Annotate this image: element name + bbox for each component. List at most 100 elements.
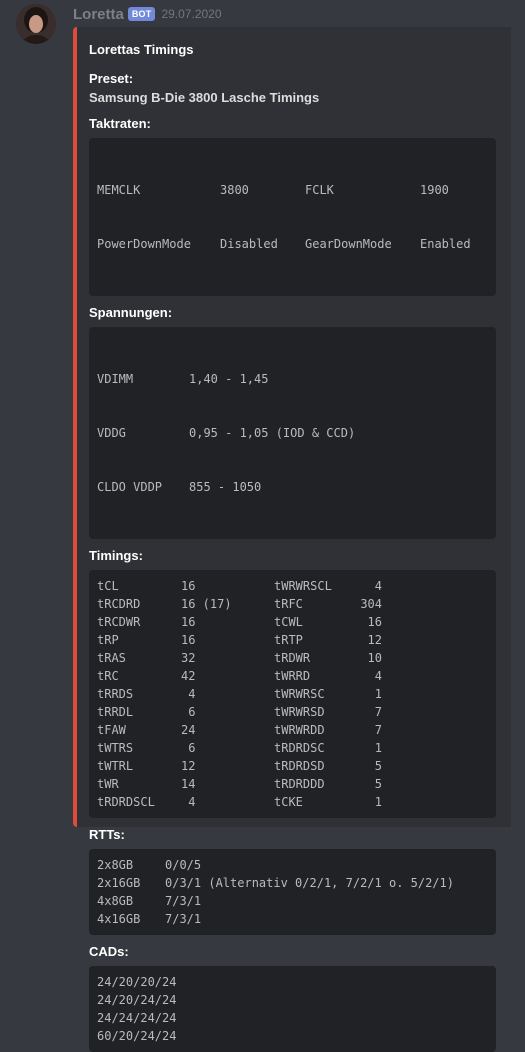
code-block: 24/20/20/24 24/20/24/24 24/24/24/24 60/20/2… bbox=[89, 966, 496, 1052]
param-value: 1900 bbox=[420, 183, 449, 197]
param-value: 16 bbox=[181, 615, 196, 629]
param-value: 0/0/5 bbox=[165, 858, 202, 872]
field-preset: Preset: Samsung B-Die 3800 Lasche Timing… bbox=[89, 71, 499, 107]
param-name: tWRWRSD bbox=[274, 705, 325, 719]
code-row: 60/20/24/24 bbox=[97, 1027, 488, 1045]
param-value: 5 bbox=[374, 777, 382, 791]
param-value: 42 bbox=[181, 669, 196, 683]
param-value: 3800 bbox=[220, 183, 249, 197]
param-name: tCKE bbox=[274, 795, 303, 809]
param-name: tWRWRSC bbox=[274, 687, 325, 701]
param-name: tRRDS bbox=[97, 687, 134, 701]
code-block: MEMCLK 3800 FCLK 1900 PowerDownMode Disa… bbox=[89, 138, 496, 296]
code-block: 2x8GB 0/0/5 2x16GB 0/3/1 (Alternativ 0/2/1,… bbox=[89, 849, 496, 935]
param-value: 0,95 - 1,05 (IOD & CCD) bbox=[189, 426, 356, 440]
param-value: 32 bbox=[181, 651, 196, 665]
param-value: 1 bbox=[374, 687, 382, 701]
param-value: 304 bbox=[360, 597, 382, 611]
param-value: 855 - 1050 bbox=[189, 480, 262, 494]
code-row: tWTRL 12 tRDRDSD 5 bbox=[97, 757, 488, 775]
code-row: CLDO VDDP 855 - 1050 bbox=[97, 478, 488, 496]
param-value: 6 bbox=[181, 741, 196, 755]
param-value: 7 bbox=[374, 705, 382, 719]
param-name: tWTRS bbox=[97, 741, 134, 755]
param-name: FCLK bbox=[305, 183, 334, 197]
code-row: tRCDRD 16 (17) tRFC 304 bbox=[97, 595, 488, 613]
code-row: 24/24/24/24 bbox=[97, 1009, 488, 1027]
param-name: tWRWRDD bbox=[274, 723, 325, 737]
param-value: 12 bbox=[367, 633, 382, 647]
author-name[interactable]: Loretta bbox=[73, 6, 124, 23]
param-name: CLDO VDDP bbox=[97, 480, 163, 494]
param-name: 4x16GB bbox=[97, 912, 141, 926]
param-value: 16 bbox=[181, 579, 196, 593]
field-name: RTTs: bbox=[89, 827, 125, 842]
param-name: tCL bbox=[97, 579, 119, 593]
avatar[interactable] bbox=[16, 4, 56, 44]
param-name: tRFC bbox=[274, 597, 303, 611]
cad-value: 60/20/24/24 bbox=[97, 1029, 177, 1043]
code-row: PowerDownMode Disabled GearDownMode Enab… bbox=[97, 235, 488, 253]
field-spannungen: Spannungen: VDIMM 1,40 - 1,45 VDDG 0,95 … bbox=[89, 305, 499, 539]
param-value: 10 bbox=[367, 651, 382, 665]
param-name: 2x16GB bbox=[97, 876, 141, 890]
code-row: 2x8GB 0/0/5 bbox=[97, 856, 488, 874]
param-value: 6 bbox=[181, 705, 196, 719]
field-rtts: RTTs: 2x8GB 0/0/5 2x16GB 0/3/1 (Alternativ … bbox=[89, 827, 499, 935]
code-row: VDIMM 1,40 - 1,45 bbox=[97, 370, 488, 388]
code-row: 4x16GB 7/3/1 bbox=[97, 910, 488, 928]
param-name: tRAS bbox=[97, 651, 126, 665]
param-value: 4 bbox=[181, 795, 196, 809]
code-block: tCL 16 tWRWRSCL 4 tRCDRD 16 (17) tRFC 304 tRCDWR… bbox=[89, 570, 496, 818]
code-row: 24/20/20/24 bbox=[97, 973, 488, 991]
param-name: tRRDL bbox=[97, 705, 134, 719]
param-value: 16 bbox=[181, 633, 196, 647]
param-name: tWR bbox=[97, 777, 119, 791]
param-value: 7 bbox=[374, 723, 382, 737]
param-value: 16 bbox=[367, 615, 382, 629]
param-name: tRCDRD bbox=[97, 597, 141, 611]
param-name: VDDG bbox=[97, 426, 126, 440]
field-name: Taktraten: bbox=[89, 116, 151, 131]
param-name: MEMCLK bbox=[97, 183, 141, 197]
param-value: 7/3/1 bbox=[165, 894, 202, 908]
param-name: 2x8GB bbox=[97, 858, 134, 872]
param-value: 1 bbox=[374, 741, 382, 755]
timestamp: 29.07.2020 bbox=[161, 7, 222, 21]
param-name: tCWL bbox=[274, 615, 303, 629]
code-row: 24/20/24/24 bbox=[97, 991, 488, 1009]
avatar-image bbox=[16, 4, 56, 44]
field-cads: CADs: 24/20/20/24 24/20/24/24 24/24/24/24 6… bbox=[89, 944, 499, 1052]
param-name: tRDRDDD bbox=[274, 777, 325, 791]
param-value: 12 bbox=[181, 759, 196, 773]
code-row: tRRDL 6 tWRWRSD 7 bbox=[97, 703, 488, 721]
param-name: tRDRDSC bbox=[274, 741, 325, 755]
bot-badge: BOT bbox=[127, 7, 156, 21]
param-value: 4 bbox=[181, 687, 196, 701]
code-row: tCL 16 tWRWRSCL 4 bbox=[97, 577, 488, 595]
param-name: tRDRDSCL bbox=[97, 795, 155, 809]
code-row: VDDG 0,95 - 1,05 (IOD & CCD) bbox=[97, 424, 488, 442]
embed-title: Lorettas Timings bbox=[89, 42, 194, 57]
field-name: Spannungen: bbox=[89, 305, 173, 320]
param-name: GearDownMode bbox=[305, 237, 392, 251]
param-name: tRC bbox=[97, 669, 119, 683]
param-value: 5 bbox=[374, 759, 382, 773]
code-row: tRP 16 tRTP 12 bbox=[97, 631, 488, 649]
param-name: tRTP bbox=[274, 633, 303, 647]
code-row: 4x8GB 7/3/1 bbox=[97, 892, 488, 910]
param-value: 7/3/1 bbox=[165, 912, 202, 926]
param-value: 1,40 - 1,45 bbox=[189, 372, 269, 386]
param-name: VDIMM bbox=[97, 372, 134, 386]
param-name: tFAW bbox=[97, 723, 126, 737]
param-name: tWTRL bbox=[97, 759, 134, 773]
cad-value: 24/20/24/24 bbox=[97, 993, 177, 1007]
param-value: 24 bbox=[181, 723, 196, 737]
field-name: Preset: bbox=[89, 71, 134, 86]
code-row: tRAS 32 tRDWR 10 bbox=[97, 649, 488, 667]
code-row: MEMCLK 3800 FCLK 1900 bbox=[97, 181, 488, 199]
param-value: 4 bbox=[374, 579, 382, 593]
param-name: tRP bbox=[97, 633, 119, 647]
code-row: tWR 14 tRDRDDD 5 bbox=[97, 775, 488, 793]
param-value: 4 bbox=[374, 669, 382, 683]
